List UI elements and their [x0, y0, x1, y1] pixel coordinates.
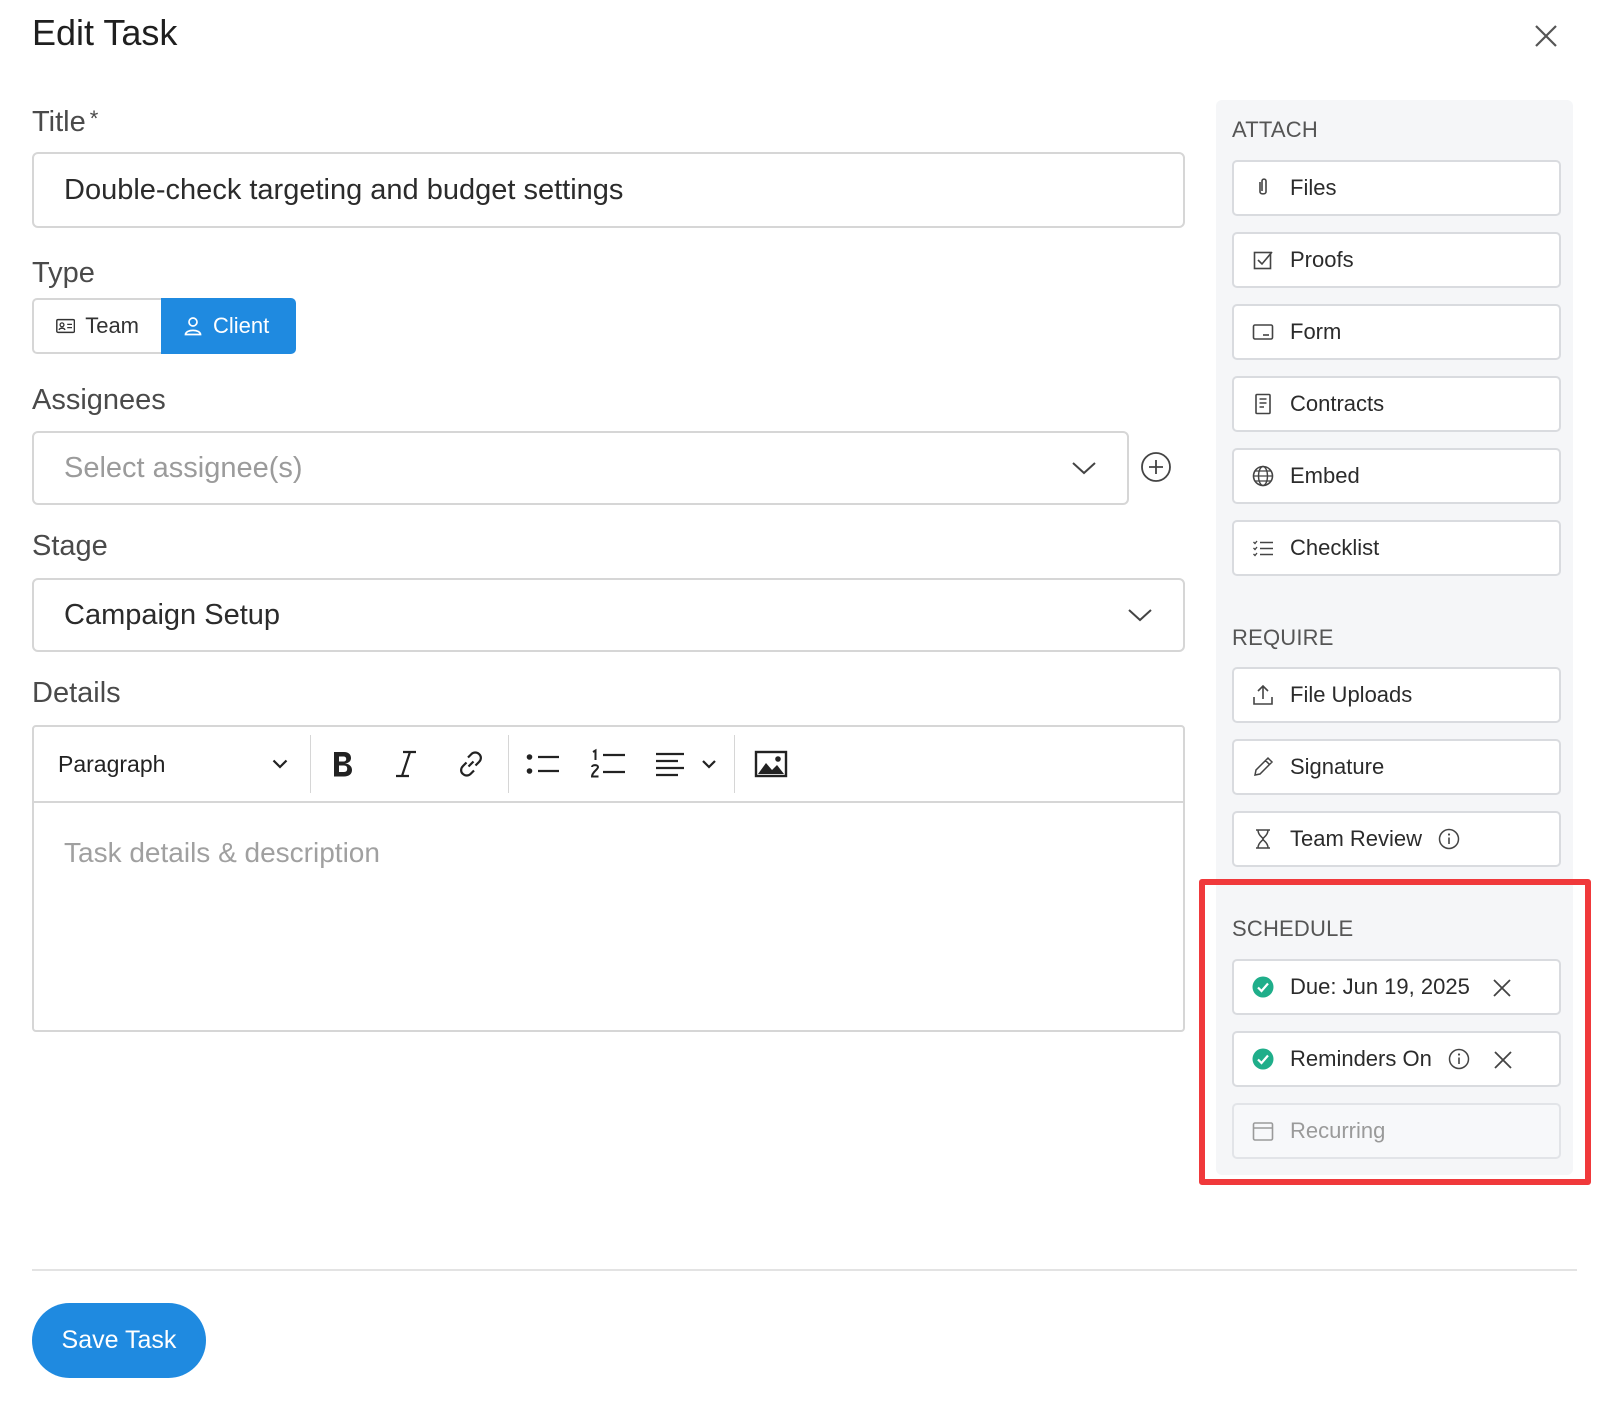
assignees-select[interactable]: Select assignee(s) [32, 431, 1129, 505]
schedule-highlight-box [1199, 879, 1591, 1185]
attach-form-label: Form [1290, 319, 1342, 344]
person-icon [184, 317, 202, 336]
close-icon[interactable] [1530, 20, 1562, 52]
require-file-uploads-button[interactable]: File Uploads [1232, 667, 1561, 723]
chevron-down-icon [272, 759, 288, 769]
type-option-team[interactable]: Team [32, 298, 161, 354]
attach-form-button[interactable]: Form [1232, 304, 1561, 360]
toolbar-divider [508, 735, 509, 793]
toolbar-divider [734, 735, 735, 793]
chevron-down-icon [1072, 462, 1096, 475]
require-team-review-button[interactable]: Team Review [1232, 811, 1561, 867]
title-label: Title * [32, 106, 98, 139]
italic-icon[interactable] [394, 746, 418, 782]
id-card-icon [56, 318, 76, 334]
attach-embed-button[interactable]: Embed [1232, 448, 1561, 504]
require-section-title: REQUIRE [1232, 625, 1334, 650]
image-icon[interactable] [754, 746, 788, 782]
paperclip-icon [1259, 178, 1267, 195]
globe-icon [1252, 465, 1274, 487]
require-file-uploads-label: File Uploads [1290, 682, 1413, 707]
paragraph-format-select[interactable]: Paragraph [58, 746, 288, 782]
checklist-icon [1253, 540, 1273, 557]
checkbox-icon [1253, 251, 1273, 270]
required-mark: * [89, 106, 99, 131]
assignees-label: Assignees [32, 384, 166, 416]
type-label: Type [32, 257, 95, 289]
require-signature-button[interactable]: Signature [1232, 739, 1561, 795]
bullet-list-icon[interactable] [526, 746, 560, 782]
numbered-list-icon[interactable] [590, 746, 626, 782]
save-task-button[interactable]: Save Task [32, 1303, 206, 1378]
attach-checklist-label: Checklist [1290, 535, 1380, 560]
assignees-placeholder: Select assignee(s) [64, 451, 303, 484]
attach-embed-label: Embed [1290, 463, 1360, 488]
bold-icon[interactable] [330, 746, 356, 782]
title-label-text: Title [32, 106, 86, 138]
paragraph-format-label: Paragraph [58, 750, 166, 777]
type-option-team-label: Team [85, 313, 139, 338]
attach-files-button[interactable]: Files [1232, 160, 1561, 216]
require-team-review-label: Team Review [1290, 826, 1423, 851]
type-option-client[interactable]: Client [161, 298, 296, 354]
modal-title: Edit Task [32, 12, 178, 53]
info-icon[interactable] [1438, 828, 1460, 850]
stage-label: Stage [32, 530, 108, 562]
title-input-value: Double-check targeting and budget settin… [64, 173, 624, 206]
align-left-icon[interactable] [654, 746, 718, 782]
attach-checklist-button[interactable]: Checklist [1232, 520, 1561, 576]
require-signature-label: Signature [1290, 754, 1385, 779]
document-icon [1255, 393, 1271, 415]
chevron-down-icon [1128, 609, 1152, 622]
editor-toolbar: Paragraph [34, 727, 1183, 803]
details-editor: Paragraph Task details & description [32, 725, 1185, 1032]
details-placeholder[interactable]: Task details & description [64, 837, 380, 869]
toolbar-divider [310, 735, 311, 793]
type-option-client-label: Client [213, 313, 270, 338]
attach-contracts-label: Contracts [1290, 391, 1385, 416]
attach-proofs-button[interactable]: Proofs [1232, 232, 1561, 288]
attach-proofs-label: Proofs [1290, 247, 1354, 272]
stage-select[interactable]: Campaign Setup [32, 578, 1185, 652]
attach-contracts-button[interactable]: Contracts [1232, 376, 1561, 432]
add-assignee-icon[interactable] [1140, 451, 1172, 483]
type-toggle-group: Team Client [32, 298, 296, 354]
details-label: Details [32, 677, 121, 709]
link-icon[interactable] [456, 746, 486, 782]
attach-files-label: Files [1290, 175, 1337, 200]
title-input[interactable]: Double-check targeting and budget settin… [32, 152, 1185, 228]
pen-icon [1254, 756, 1274, 776]
footer-divider [32, 1269, 1577, 1271]
form-icon [1252, 324, 1274, 340]
upload-icon [1253, 684, 1273, 705]
stage-value: Campaign Setup [64, 598, 281, 631]
hourglass-icon [1256, 829, 1270, 849]
attach-section-title: ATTACH [1232, 117, 1318, 142]
